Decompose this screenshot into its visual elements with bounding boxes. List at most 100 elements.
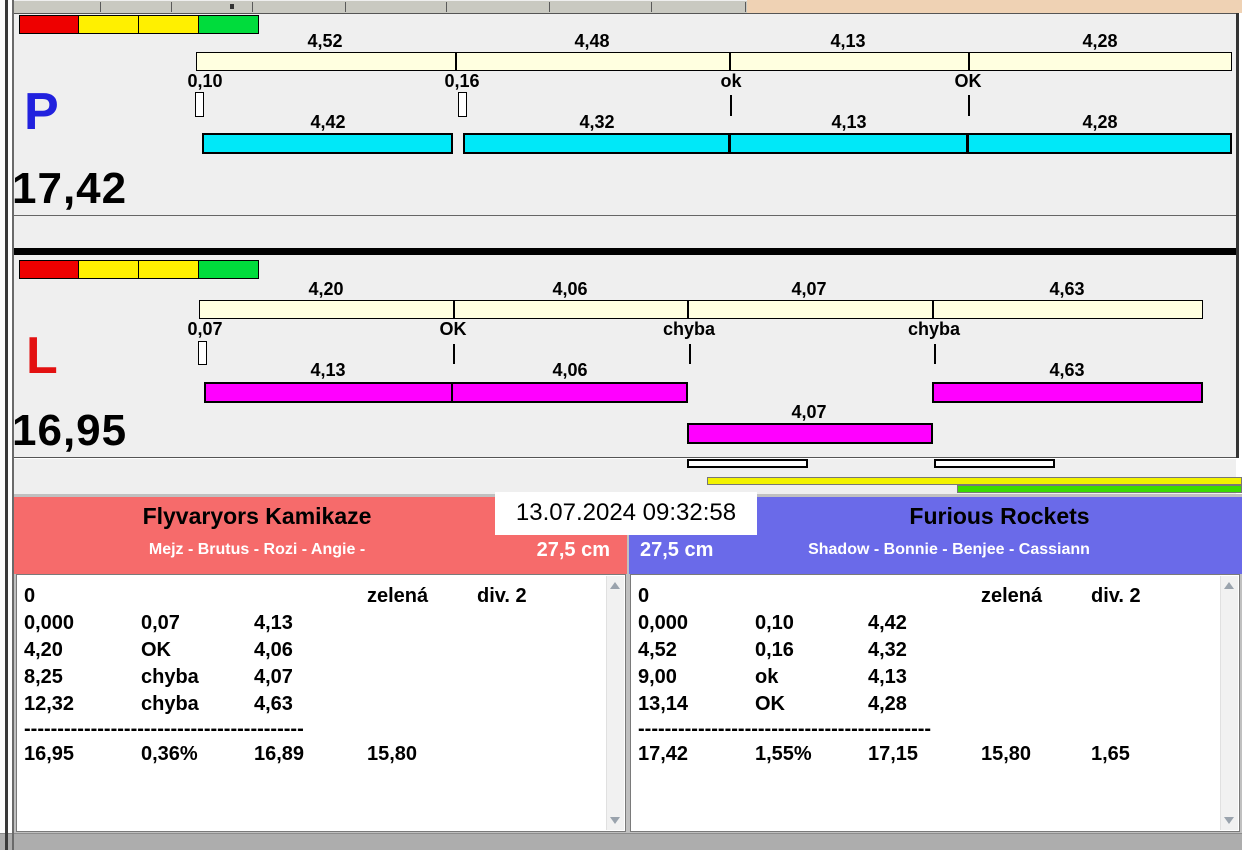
table-row: 13,14 OK 4,28 xyxy=(631,691,1219,718)
l-rerun-label: 4,07 xyxy=(791,402,827,422)
cell: 0,000 xyxy=(638,612,689,634)
p-mark-label: OK xyxy=(954,71,982,91)
l-split-bottom-label: 4,13 xyxy=(310,360,346,380)
p-run-bar xyxy=(202,133,453,154)
lane-p-letter: P xyxy=(24,83,59,141)
lane-l-letter: L xyxy=(26,327,58,385)
toolbar-dot-icon xyxy=(230,4,234,9)
p-run-bar xyxy=(463,133,730,154)
cell: 4,07 xyxy=(254,666,293,688)
start-tick-box xyxy=(195,92,204,117)
cell: 4,13 xyxy=(254,612,293,634)
cell: 4,32 xyxy=(868,639,907,661)
left-results-panel[interactable]: 0 zelená div. 2 0,000 0,07 4,13 4,20 OK … xyxy=(16,574,626,832)
footer-strip xyxy=(0,833,1242,850)
pass-window-box xyxy=(687,459,808,468)
cell: 4,28 xyxy=(868,693,907,715)
bar-divider xyxy=(932,301,934,318)
toolbar-tick xyxy=(345,2,346,12)
cell: 0,000 xyxy=(24,612,75,634)
cell: 0,36% xyxy=(141,743,198,765)
cell: div. 2 xyxy=(477,585,527,607)
cell: 15,80 xyxy=(981,743,1032,765)
p-mark-label: ok xyxy=(720,71,742,91)
table-row: 8,25 chyba 4,07 xyxy=(17,664,605,691)
cell: 4,42 xyxy=(868,612,907,634)
l-run-bar xyxy=(451,382,688,403)
l-split-top-label: 4,20 xyxy=(308,279,344,299)
tick-line xyxy=(453,344,455,364)
timestamp: 13.07.2024 09:32:58 xyxy=(495,492,757,535)
lane-separator xyxy=(14,248,1236,255)
l-run-bar xyxy=(204,382,453,403)
l-split-bottom-label: 4,06 xyxy=(552,360,588,380)
cell: OK xyxy=(755,693,785,715)
right-team-members: Shadow - Bonnie - Benjee - Cassiann xyxy=(808,541,1090,558)
lane-p-panel xyxy=(14,13,1236,248)
table-row: 0,000 0,10 4,42 xyxy=(631,610,1219,637)
cell: 1,65 xyxy=(1091,743,1130,765)
cell: zelená xyxy=(367,585,429,607)
separator-dashes: ----------------------------------------… xyxy=(24,718,304,740)
signal-yellow-block xyxy=(138,260,199,279)
cell: 12,32 xyxy=(24,693,75,715)
signal-yellow-block xyxy=(78,15,139,34)
table-row: 9,00 ok 4,13 xyxy=(631,664,1219,691)
p-split-bottom-label: 4,13 xyxy=(831,112,867,132)
cell: 16,89 xyxy=(254,743,305,765)
top-right-strip xyxy=(747,0,1242,13)
p-split-bottom-label: 4,28 xyxy=(1082,112,1118,132)
p-split-bottom-label: 4,32 xyxy=(579,112,615,132)
l-rerun-bar xyxy=(687,423,933,444)
cell: chyba xyxy=(141,666,199,688)
right-panel-scrollbar[interactable] xyxy=(1220,576,1238,830)
cell: 0 xyxy=(24,585,36,607)
cell: 17,42 xyxy=(638,743,689,765)
signal-red-block xyxy=(19,15,79,34)
toolbar-tick xyxy=(651,2,652,12)
cell: 4,20 xyxy=(24,639,63,661)
cell: 4,06 xyxy=(254,639,293,661)
p-mark-label: 0,16 xyxy=(444,71,480,91)
scroll-up-icon[interactable] xyxy=(610,582,620,589)
window-left-border xyxy=(5,0,8,850)
cell: OK xyxy=(141,639,171,661)
tick-line xyxy=(968,95,970,116)
cell: 0 xyxy=(638,585,650,607)
scroll-down-icon[interactable] xyxy=(610,817,620,824)
l-reference-bar xyxy=(199,300,1203,319)
p-split-top-label: 4,28 xyxy=(1082,31,1118,51)
cell: zelená xyxy=(981,585,1043,607)
cell: div. 2 xyxy=(1091,585,1141,607)
signal-yellow-block xyxy=(78,260,139,279)
tick-line xyxy=(934,344,936,364)
right-results-panel[interactable]: 0 zelená div. 2 0,000 0,10 4,42 4,52 0,1… xyxy=(630,574,1240,832)
tick-line xyxy=(689,344,691,364)
table-row: 4,52 0,16 4,32 xyxy=(631,637,1219,664)
cell: 0,16 xyxy=(755,639,794,661)
table-row: 12,32 chyba 4,63 xyxy=(17,691,605,718)
l-mark-label: OK xyxy=(439,319,467,339)
lane-p-total: 17,42 xyxy=(12,164,128,213)
cell: 16,95 xyxy=(24,743,75,765)
signal-green-block xyxy=(198,15,259,34)
toolbar-tick xyxy=(446,2,447,12)
toolbar-tick xyxy=(252,2,253,12)
cell: 13,14 xyxy=(638,693,689,715)
l-run-bar xyxy=(932,382,1203,403)
left-panel-scrollbar[interactable] xyxy=(606,576,624,830)
scroll-down-icon[interactable] xyxy=(1224,817,1234,824)
separator-row: ----------------------------------------… xyxy=(17,716,605,743)
cell: 8,25 xyxy=(24,666,63,688)
toolbar-tick xyxy=(100,2,101,12)
signal-yellow-block xyxy=(138,15,199,34)
scroll-up-icon[interactable] xyxy=(1224,582,1234,589)
l-mark-label: 0,07 xyxy=(187,319,223,339)
bar-divider xyxy=(687,301,689,318)
table-row: 0 zelená div. 2 xyxy=(17,583,605,610)
pass-window-box xyxy=(934,459,1055,468)
app-window: 4,52 4,48 4,13 4,28 0,10 0,16 ok OK 4,42… xyxy=(0,0,1242,850)
l-split-bottom-label: 4,63 xyxy=(1049,360,1085,380)
left-jump-height: 27,5 cm xyxy=(536,539,610,561)
tick-line xyxy=(730,95,732,116)
